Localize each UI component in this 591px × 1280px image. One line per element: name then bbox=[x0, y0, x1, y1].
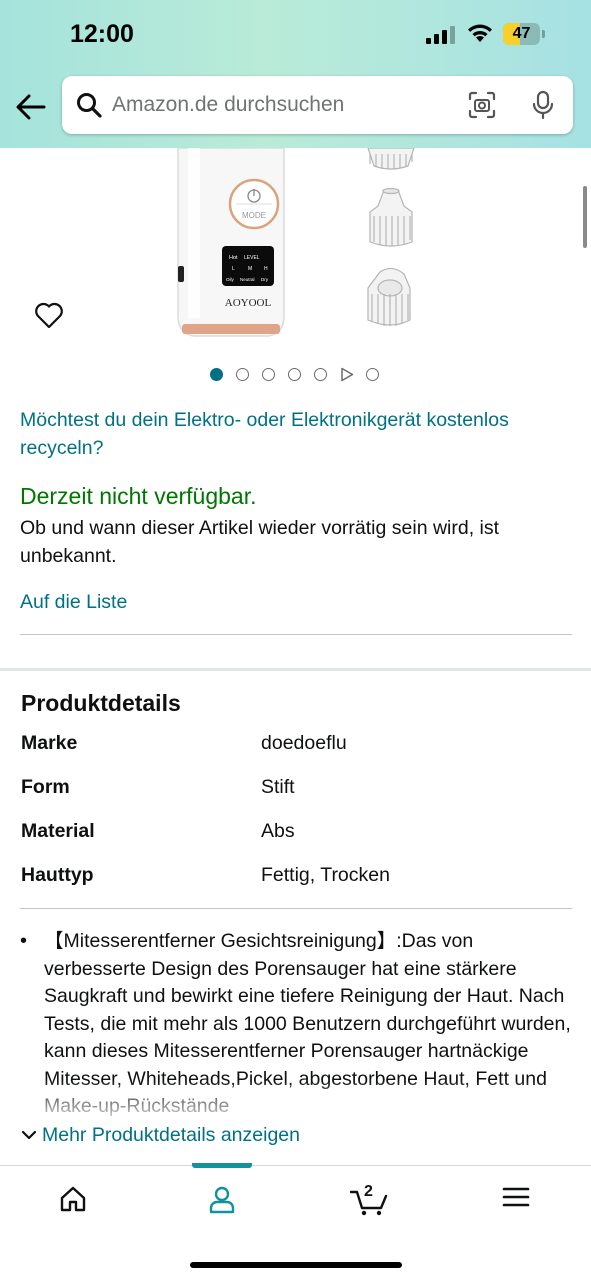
camera-scan-icon[interactable] bbox=[468, 91, 496, 119]
nav-menu[interactable] bbox=[481, 1166, 551, 1236]
availability-status: Derzeit nicht verfügbar. bbox=[20, 483, 257, 509]
detail-value: doedoeflu bbox=[261, 732, 347, 754]
display-label-oily: Oily bbox=[226, 277, 234, 282]
search-icon[interactable] bbox=[76, 92, 102, 118]
more-product-details-link[interactable]: Mehr Produktdetails anzeigen bbox=[20, 1121, 300, 1149]
status-time: 12:00 bbox=[70, 20, 134, 48]
cart-count-badge: 2 bbox=[364, 1183, 373, 1200]
mode-button-label: MODE bbox=[242, 211, 266, 220]
more-product-details-label: Mehr Produktdetails anzeigen bbox=[42, 1123, 300, 1146]
header: 12:00 47 bbox=[0, 0, 591, 148]
home-icon bbox=[60, 1186, 86, 1212]
display-label-dry: Dry bbox=[261, 277, 269, 282]
status-bar: 12:00 47 bbox=[0, 0, 591, 70]
section-divider bbox=[0, 668, 591, 671]
carousel-dot[interactable] bbox=[262, 368, 275, 381]
text-fade-overlay bbox=[0, 1080, 591, 1125]
person-icon bbox=[209, 1186, 235, 1214]
display-label-level: LEVEL bbox=[244, 255, 260, 261]
search-bar[interactable] bbox=[62, 76, 573, 134]
nav-home[interactable] bbox=[38, 1166, 108, 1236]
detail-row-material: Material Abs bbox=[21, 820, 571, 850]
product-details-title: Produktdetails bbox=[21, 690, 181, 716]
back-button[interactable] bbox=[14, 90, 48, 124]
detail-value: Stift bbox=[261, 776, 295, 798]
bullet-marker: • bbox=[20, 930, 28, 952]
video-play-icon[interactable] bbox=[340, 367, 354, 382]
carousel-dot[interactable] bbox=[236, 368, 249, 381]
detail-row-form: Form Stift bbox=[21, 776, 571, 806]
detail-key: Marke bbox=[21, 732, 78, 754]
display-label-neutral: Neutral bbox=[240, 277, 255, 282]
display-label-m: M bbox=[248, 266, 252, 272]
carousel-dot-active[interactable] bbox=[210, 368, 223, 381]
detail-key: Hauttyp bbox=[21, 864, 94, 886]
battery-indicator: 47 bbox=[503, 23, 545, 45]
search-input[interactable] bbox=[112, 86, 452, 124]
display-label-h: H bbox=[264, 266, 268, 272]
detail-key: Material bbox=[21, 820, 95, 842]
battery-level: 47 bbox=[512, 25, 531, 42]
display-label-hot: Hot bbox=[229, 255, 238, 261]
home-indicator bbox=[190, 1262, 402, 1268]
carousel-pagination[interactable] bbox=[208, 366, 388, 384]
availability-description: Ob und wann dieser Artikel wieder vorrät… bbox=[20, 517, 500, 567]
detail-value: Fettig, Trocken bbox=[261, 864, 390, 886]
carousel-dot[interactable] bbox=[366, 368, 379, 381]
hamburger-menu-icon bbox=[502, 1187, 530, 1207]
brand-logo-text: AOYOOL bbox=[225, 297, 272, 309]
carousel-dot[interactable] bbox=[288, 368, 301, 381]
recycle-link[interactable]: Möchtest du dein Elektro- oder Elektroni… bbox=[20, 406, 570, 462]
product-image-carousel[interactable]: MODE Hot LEVEL L M H Oily Neutral Dry AO… bbox=[0, 148, 591, 348]
microphone-icon[interactable] bbox=[530, 90, 556, 120]
divider bbox=[20, 634, 572, 635]
add-to-list-link[interactable]: Auf die Liste bbox=[20, 591, 127, 614]
carousel-dot[interactable] bbox=[314, 368, 327, 381]
wifi-icon bbox=[468, 24, 492, 42]
scrollbar[interactable] bbox=[583, 186, 587, 248]
heart-icon[interactable] bbox=[34, 300, 64, 330]
divider bbox=[20, 908, 572, 909]
detail-row-brand: Marke doedoeflu bbox=[21, 732, 571, 762]
product-image: MODE Hot LEVEL L M H Oily Neutral Dry AO… bbox=[177, 148, 415, 337]
nav-cart[interactable] bbox=[334, 1166, 404, 1236]
detail-key: Form bbox=[21, 776, 70, 798]
chevron-down-icon bbox=[21, 1130, 37, 1140]
detail-value: Abs bbox=[261, 820, 295, 842]
detail-row-skin-type: Hauttyp Fettig, Trocken bbox=[21, 864, 571, 894]
display-label-l: L bbox=[232, 266, 235, 272]
cellular-signal-icon bbox=[426, 26, 455, 44]
nav-account[interactable] bbox=[187, 1166, 257, 1236]
